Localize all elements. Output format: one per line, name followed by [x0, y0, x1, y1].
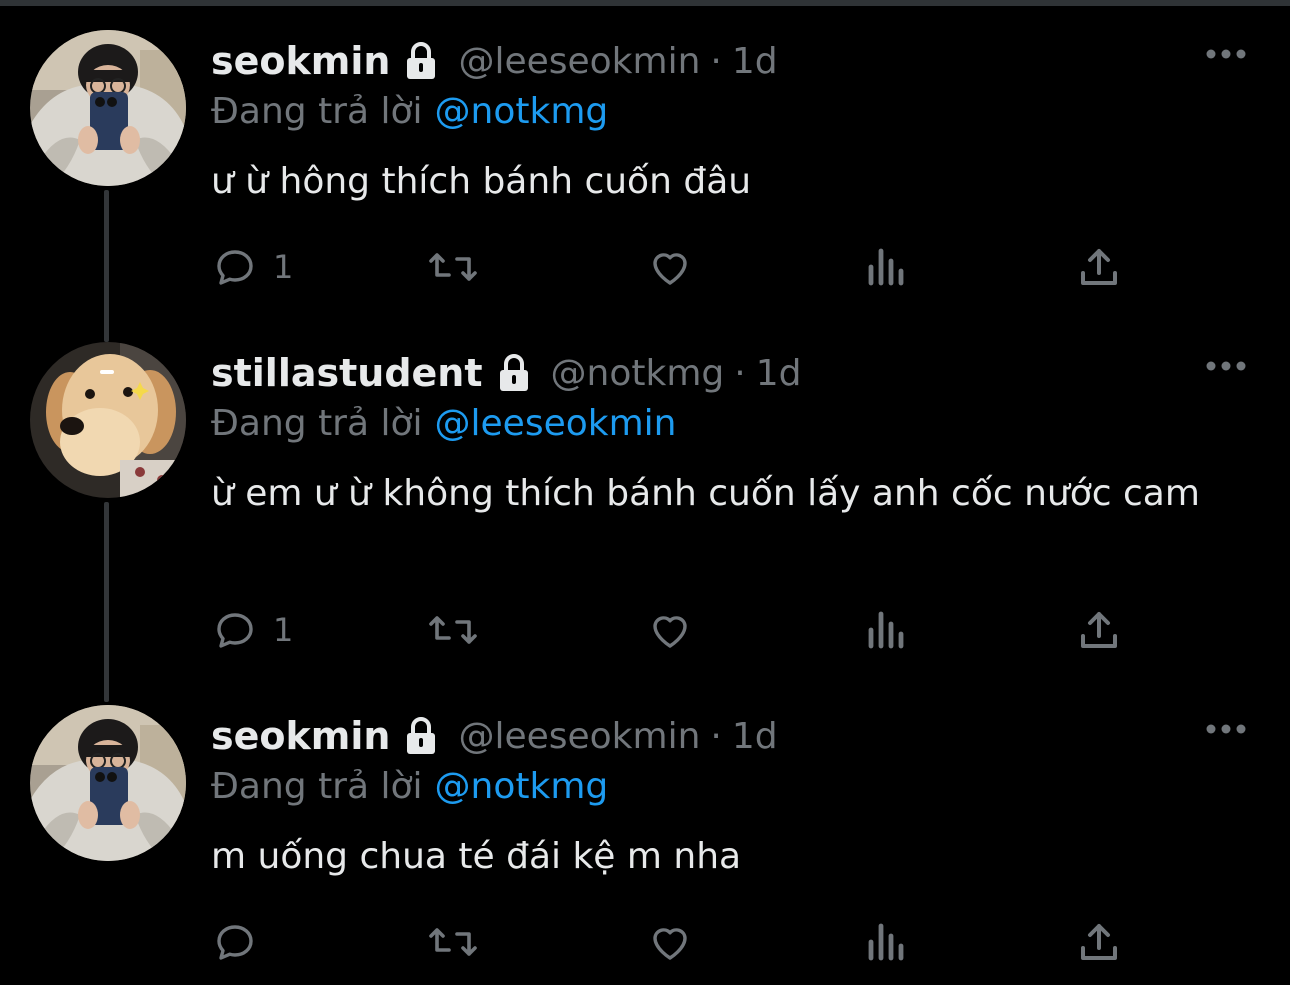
retweet-icon [429, 253, 477, 281]
tweet-content: stillastudent @notkmg · 1d Đang trả lời @… [211, 348, 1211, 520]
tweet-text: ừ em ư ừ không thích bánh cuốn lấy anh c… [211, 473, 1200, 514]
selfie-avatar[interactable] [30, 705, 186, 861]
reply-context: Đang trả lời @notkmg [211, 86, 1211, 138]
reply-context: Đang trả lời @notkmg [211, 761, 1211, 813]
reply-mention[interactable]: @notkmg [435, 766, 609, 807]
like-icon [653, 616, 687, 648]
top-divider [0, 0, 1290, 6]
more-icon[interactable] [1204, 721, 1248, 737]
lock-icon [497, 354, 530, 393]
share-icon [1081, 249, 1117, 285]
retweet-button[interactable] [425, 242, 481, 292]
timestamp[interactable]: 1d [732, 716, 778, 757]
like-icon [653, 253, 687, 285]
share-button[interactable] [1077, 917, 1121, 967]
retweet-button[interactable] [425, 917, 481, 967]
reply-icon [217, 250, 253, 285]
reply-mention[interactable]: @leeseokmin [435, 403, 677, 444]
reply-icon [217, 925, 253, 960]
separator-dot: · [710, 40, 722, 82]
share-button[interactable] [1077, 605, 1121, 655]
more-icon[interactable] [1204, 46, 1248, 62]
reply-prefix: Đang trả lời [211, 91, 423, 132]
retweet-button[interactable] [425, 605, 481, 655]
like-icon [653, 928, 687, 960]
reply-button[interactable]: 1 [211, 605, 293, 655]
share-icon [1081, 924, 1117, 960]
tweet-header: seokmin @leeseokmin · 1d [211, 711, 1211, 761]
share-icon [1081, 612, 1117, 648]
tweet-actions [211, 917, 1131, 967]
analytics-button[interactable] [863, 605, 907, 655]
analytics-icon [868, 248, 904, 286]
like-button[interactable] [645, 242, 695, 292]
reply-count: 1 [273, 248, 294, 286]
tweet-content: seokmin @leeseokmin · 1d Đang trả lời @no… [211, 36, 1211, 208]
reply-prefix: Đang trả lời [211, 766, 423, 807]
tweet-actions: 1 [211, 605, 1131, 655]
reply-icon [217, 613, 253, 648]
timestamp[interactable]: 1d [756, 353, 802, 394]
display-name[interactable]: stillastudent [211, 351, 483, 395]
like-button[interactable] [645, 917, 695, 967]
display-name[interactable]: seokmin [211, 714, 390, 758]
tweet-header: seokmin @leeseokmin · 1d [211, 36, 1211, 86]
share-button[interactable] [1077, 242, 1121, 292]
reply-context: Đang trả lời @leeseokmin [211, 398, 1211, 450]
analytics-icon [868, 611, 904, 649]
user-handle[interactable]: @leeseokmin [458, 41, 700, 82]
tweet-text: m uống chua té đái kệ m nha [211, 836, 742, 877]
tweet-actions: 1 [211, 242, 1131, 292]
like-button[interactable] [645, 605, 695, 655]
display-name[interactable]: seokmin [211, 39, 390, 83]
puppy-avatar[interactable] [30, 342, 186, 498]
separator-dot: · [710, 715, 722, 757]
tweet-text: ư ừ hông thích bánh cuốn đâu [211, 161, 752, 202]
separator-dot: · [734, 352, 746, 394]
user-handle[interactable]: @notkmg [551, 353, 725, 394]
reply-button[interactable] [211, 917, 273, 967]
retweet-icon [429, 928, 477, 956]
timestamp[interactable]: 1d [732, 41, 778, 82]
lock-icon [405, 42, 438, 81]
user-handle[interactable]: @leeseokmin [458, 716, 700, 757]
analytics-button[interactable] [863, 242, 907, 292]
selfie-avatar[interactable] [30, 30, 186, 186]
more-icon[interactable] [1204, 358, 1248, 374]
lock-icon [405, 717, 438, 756]
reply-mention[interactable]: @notkmg [435, 91, 609, 132]
reply-prefix: Đang trả lời [211, 403, 423, 444]
analytics-icon [868, 923, 904, 961]
retweet-icon [429, 616, 477, 644]
reply-count: 1 [273, 611, 294, 649]
analytics-button[interactable] [863, 917, 907, 967]
reply-button[interactable]: 1 [211, 242, 293, 292]
tweet-header: stillastudent @notkmg · 1d [211, 348, 1211, 398]
tweet-content: seokmin @leeseokmin · 1d Đang trả lời @no… [211, 711, 1211, 883]
